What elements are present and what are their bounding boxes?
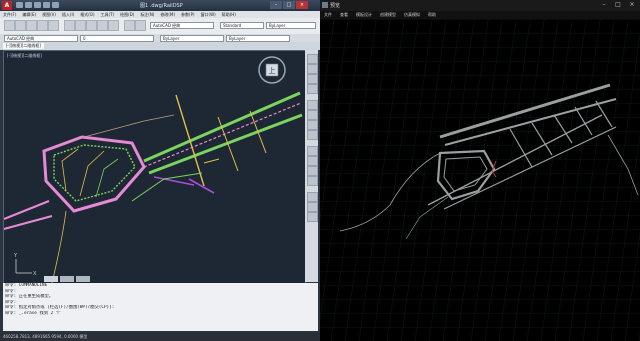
viewer-close-button[interactable]: ×: [626, 1, 638, 9]
viewer-menu-simulation[interactable]: 仿真模拟: [404, 11, 420, 19]
viewer-menu-file[interactable]: 文件: [324, 11, 332, 19]
cad-title-bar: A 图1 .dwg/RailDSP – □ ×: [0, 0, 320, 11]
3d-preview-canvas[interactable]: [320, 19, 640, 341]
main-road: [4, 91, 303, 231]
menu-item-window[interactable]: 窗口(W): [201, 11, 216, 18]
copy-tool-icon[interactable]: [75, 20, 86, 31]
new-file-icon[interactable]: [16, 2, 23, 8]
pan-icon[interactable]: [307, 54, 318, 64]
dimension-icon[interactable]: [307, 146, 318, 156]
block-icon[interactable]: [307, 176, 318, 186]
layer-toolbar: AutoCAD 经典 0 ByLayer ByLayer: [0, 34, 320, 42]
circle-tool-icon[interactable]: [26, 20, 37, 31]
svg-text:Y: Y: [13, 253, 18, 259]
move-tool-icon[interactable]: [64, 20, 75, 31]
linetype-select[interactable]: ByLayer: [266, 22, 316, 29]
viewer-app-icon: [322, 2, 328, 8]
menu-item-parametric[interactable]: 参数(P): [181, 11, 195, 18]
orbit-icon[interactable]: [307, 74, 318, 84]
autocad-logo-icon[interactable]: A: [2, 1, 12, 10]
viewport-tab-strip: [-][俯视][二维线框]: [0, 42, 320, 50]
layer-combo[interactable]: 0: [80, 35, 154, 42]
coordinate-readout: 460258.7813, 4891665.9594, 0.0000 模型: [3, 334, 88, 339]
cad-menu-bar: 文件(F) 编辑(E) 视图(V) 插入(I) 格式(O) 工具(T) 绘图(D) 标注(N)…: [0, 11, 320, 18]
arc-tool-icon[interactable]: [37, 20, 48, 31]
ucs-icon: X Y: [13, 253, 37, 277]
viewer-menu-template[interactable]: 模板设计: [356, 11, 372, 19]
text-icon[interactable]: [307, 156, 318, 166]
layers-icon[interactable]: [307, 110, 318, 120]
trim-tool-icon[interactable]: [97, 20, 108, 31]
drawing-viewport[interactable]: [-][俯视][二维线框] 上 X Y: [3, 50, 306, 284]
rectangle-tool-icon[interactable]: [48, 20, 59, 31]
maximize-button[interactable]: □: [283, 1, 295, 9]
layout-tabs[interactable]: [44, 276, 90, 282]
command-window[interactable]: 命令: COMMANDLINE 命令: 命令: 正在重生成模型。 命令: 命令:…: [3, 283, 318, 331]
menu-item-draw[interactable]: 绘图(D): [120, 11, 134, 18]
viewcube-compass[interactable]: 上: [258, 56, 286, 84]
zoom-icon[interactable]: [307, 64, 318, 74]
undo-icon[interactable]: [43, 2, 50, 8]
menu-item-modify[interactable]: 修改(M): [160, 11, 175, 18]
polyline-tool-icon[interactable]: [15, 20, 26, 31]
menu-item-edit[interactable]: 编辑(E): [22, 11, 36, 18]
measure-icon[interactable]: [307, 192, 318, 202]
color-combo[interactable]: ByLayer: [160, 35, 224, 42]
workspace-combo[interactable]: AutoCAD 经典: [4, 35, 78, 42]
viewer-window-title: 预览: [330, 3, 341, 9]
tool-palette-icon[interactable]: [307, 130, 318, 140]
redo-icon[interactable]: [52, 2, 59, 8]
menu-item-dimension[interactable]: 标注(N): [140, 11, 154, 18]
viewer-minimize-button[interactable]: –: [598, 1, 610, 9]
menu-item-tools[interactable]: 工具(T): [101, 11, 115, 18]
viewer-window: 预览 – □ × 文件 查看 模板设计 创建模型 仿真模拟 帮助: [320, 0, 640, 341]
navigation-bar: [305, 50, 318, 282]
menu-item-file[interactable]: 文件(F): [3, 11, 16, 18]
open-file-icon[interactable]: [25, 2, 32, 8]
menu-item-view[interactable]: 视图(V): [42, 11, 56, 18]
compass-center-label: 上: [269, 66, 276, 75]
area-icon[interactable]: [307, 202, 318, 212]
rotate-tool-icon[interactable]: [86, 20, 97, 31]
line-tool-icon[interactable]: [4, 20, 15, 31]
command-input-line[interactable]: 命令: _.erase 找到 2 个: [3, 311, 318, 317]
ground-grid: [320, 19, 640, 341]
layer-properties-icon[interactable]: [124, 20, 135, 31]
linetype-combo[interactable]: ByLayer: [226, 35, 290, 42]
properties-icon[interactable]: [307, 100, 318, 110]
minimize-button[interactable]: –: [270, 1, 282, 9]
close-button[interactable]: ×: [296, 1, 308, 9]
viewer-menu-help[interactable]: 帮助: [428, 11, 436, 19]
menu-item-format[interactable]: 格式(O): [80, 11, 94, 18]
list-icon[interactable]: [307, 212, 318, 222]
menu-item-help[interactable]: 帮助(H): [222, 11, 236, 18]
tab-drawing[interactable]: [-][俯视][二维线框]: [3, 43, 44, 49]
cad-toolbar-ribbon: AutoCAD 经典 Standard ByLayer: [0, 18, 320, 35]
viewer-maximize-button[interactable]: □: [612, 1, 624, 9]
viewer-menu-view[interactable]: 查看: [340, 11, 348, 19]
preview-scene: [320, 19, 640, 341]
hatch-icon[interactable]: [307, 166, 318, 176]
design-center-icon[interactable]: [307, 120, 318, 130]
menu-item-insert[interactable]: 插入(I): [62, 11, 74, 18]
cad-drawing: 上 X Y: [4, 56, 303, 283]
svg-text:X: X: [33, 271, 37, 277]
match-properties-icon[interactable]: [135, 20, 146, 31]
window-title: 图1 .dwg/RailDSP: [140, 3, 183, 9]
workspace-select[interactable]: AutoCAD 经典: [150, 22, 214, 29]
text-style-select[interactable]: Standard: [220, 22, 264, 29]
viewer-title-bar: 预览 – □ ×: [320, 0, 640, 11]
extend-tool-icon[interactable]: [108, 20, 119, 31]
showmotion-icon[interactable]: [307, 84, 318, 94]
save-icon[interactable]: [34, 2, 41, 8]
status-bar: 460258.7813, 4891665.9594, 0.0000 模型: [0, 333, 323, 341]
cad-window: A 图1 .dwg/RailDSP – □ × 文件(F) 编辑(E) 视图(V) 插…: [0, 0, 323, 341]
viewer-menu-model[interactable]: 创建模型: [380, 11, 396, 19]
